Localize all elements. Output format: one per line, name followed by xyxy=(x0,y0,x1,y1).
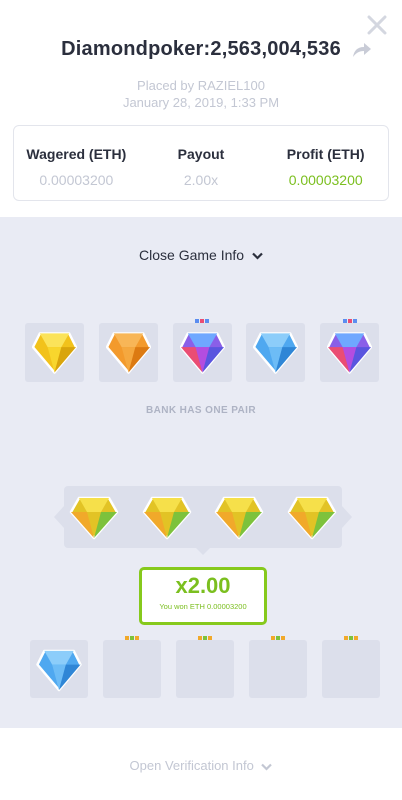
toggle-label: Close Game Info xyxy=(139,247,245,263)
player-result-banner xyxy=(54,486,352,555)
title-row: Diamondpoker:2,563,004,536 xyxy=(0,38,402,61)
chevron-down-icon xyxy=(252,253,263,260)
blue-gem-icon xyxy=(253,332,299,374)
blue-gem-icon xyxy=(36,649,82,692)
empty-player-tile xyxy=(176,636,234,698)
bank-gem-tile xyxy=(246,323,306,382)
yellow-green-gem-icon xyxy=(142,496,191,540)
bank-gem-tile xyxy=(25,323,84,382)
tile-marker xyxy=(125,636,139,640)
bet-stats: Wagered (ETH) 0.00003200 Payout 2.00x Pr… xyxy=(13,125,389,201)
empty-player-tile xyxy=(103,636,161,698)
bank-gem-tile xyxy=(98,323,158,382)
yellow-green-gem-icon xyxy=(69,496,119,540)
win-badge: x2.00 You won ETH 0.00003200 xyxy=(139,567,267,625)
bank-gem-tile xyxy=(320,319,379,382)
pair-marker xyxy=(195,319,209,323)
orange-gem-icon xyxy=(105,332,151,374)
yellow-green-gem-icon xyxy=(215,496,264,540)
bank-row xyxy=(25,319,379,382)
payout-value: 2.00x xyxy=(183,172,219,188)
win-amount-text: You won ETH 0.00003200 xyxy=(159,602,247,611)
tile-marker xyxy=(198,636,212,640)
close-icon[interactable] xyxy=(366,14,388,36)
bank-gem-tile xyxy=(172,319,232,382)
profit-label: Profit (ETH) xyxy=(286,146,365,162)
player-gem-tile xyxy=(30,640,88,698)
player-gems-row xyxy=(69,494,337,540)
wagered-value: 0.00003200 xyxy=(39,172,114,188)
close-game-info-toggle[interactable]: Close Game Info xyxy=(0,247,402,263)
pair-marker xyxy=(342,319,357,323)
yellow-gem-icon xyxy=(32,332,77,374)
rainbow-gem-icon xyxy=(179,332,225,374)
chevron-down-icon xyxy=(261,763,273,771)
win-multiplier: x2.00 xyxy=(175,573,231,598)
empty-player-tile xyxy=(322,636,380,698)
tile-marker xyxy=(271,636,285,640)
share-icon[interactable] xyxy=(352,42,372,58)
payout-stat: Payout 2.00x xyxy=(139,126,264,200)
wagered-label: Wagered (ETH) xyxy=(26,146,127,162)
game-info-panel: Close Game Info BANK HAS ONE PAIR x2.00 … xyxy=(0,217,402,728)
bet-date: January 28, 2019, 1:33 PM xyxy=(122,95,280,110)
verification-label: Open Verification Info xyxy=(129,758,254,773)
tile-marker xyxy=(344,636,358,640)
rainbow-gem-icon xyxy=(327,332,372,374)
wagered-stat: Wagered (ETH) 0.00003200 xyxy=(14,126,139,200)
page-title: Diamondpoker:2,563,004,536 xyxy=(61,38,341,60)
empty-player-tile xyxy=(249,636,307,698)
profit-stat: Profit (ETH) 0.00003200 xyxy=(263,126,388,200)
bank-result-label: BANK HAS ONE PAIR xyxy=(146,405,256,416)
placed-by: Placed by RAZIEL100 xyxy=(137,78,265,93)
player-tiles-row xyxy=(30,636,380,698)
payout-label: Payout xyxy=(177,146,225,162)
profit-value: 0.00003200 xyxy=(288,172,363,188)
open-verification-toggle[interactable]: Open Verification Info xyxy=(0,758,402,773)
yellow-green-gem-icon xyxy=(287,496,337,540)
